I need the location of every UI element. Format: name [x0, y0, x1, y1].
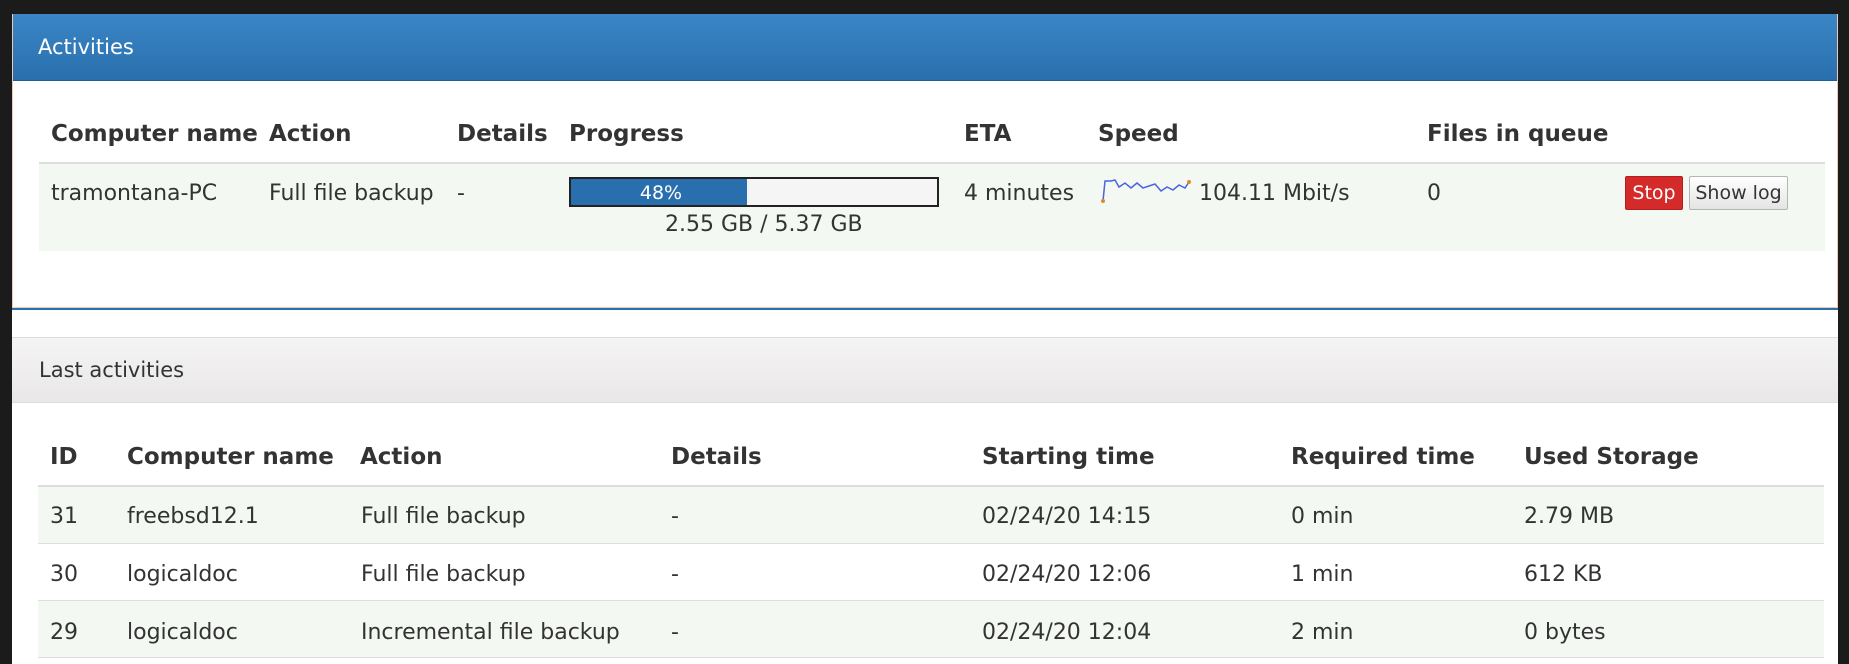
- last-activities-header: Last activities: [12, 337, 1838, 403]
- row-used-storage: 2.79 MB: [1524, 504, 1615, 529]
- row-details: -: [671, 504, 679, 529]
- row-starting-time: 02/24/20 12:06: [982, 562, 1152, 587]
- progress-percent: 48%: [639, 182, 683, 204]
- activity-computer-name: tramontana-PC: [51, 181, 218, 206]
- row-used-storage: 612 KB: [1524, 562, 1603, 587]
- row-required-time: 1 min: [1291, 562, 1354, 587]
- last-activities-title: Last activities: [39, 358, 185, 382]
- activity-files-in-queue: 0: [1427, 181, 1441, 206]
- row-required-time: 2 min: [1291, 620, 1354, 645]
- col-action[interactable]: Action: [269, 121, 352, 147]
- stop-button[interactable]: Stop: [1625, 176, 1683, 210]
- row-computer-name: logicaldoc: [127, 620, 238, 645]
- row-computer-name: freebsd12.1: [127, 504, 259, 529]
- col-required-time[interactable]: Required time: [1291, 444, 1475, 470]
- col-id[interactable]: ID: [50, 444, 78, 470]
- row-computer-name: logicaldoc: [127, 562, 238, 587]
- col-computer-name[interactable]: Computer name: [127, 444, 334, 470]
- row-id: 31: [50, 504, 78, 529]
- col-progress[interactable]: Progress: [569, 121, 684, 147]
- row-action: Full file backup: [361, 504, 526, 529]
- row-details: -: [671, 620, 679, 645]
- col-speed[interactable]: Speed: [1098, 121, 1179, 147]
- activity-speed: 104.11 Mbit/s: [1199, 181, 1350, 206]
- sparkline-icon: [1101, 179, 1191, 203]
- row-starting-time: 02/24/20 14:15: [982, 504, 1152, 529]
- activity-action: Full file backup: [269, 181, 434, 206]
- row-action: Full file backup: [361, 562, 526, 587]
- col-eta[interactable]: ETA: [964, 121, 1011, 147]
- panel-divider: [12, 308, 1838, 310]
- col-starting-time[interactable]: Starting time: [982, 444, 1155, 470]
- row-starting-time: 02/24/20 12:04: [982, 620, 1152, 645]
- activity-details: -: [457, 181, 465, 206]
- col-files-in-queue[interactable]: Files in queue: [1427, 121, 1608, 147]
- row-used-storage: 0 bytes: [1524, 620, 1606, 645]
- row-required-time: 0 min: [1291, 504, 1354, 529]
- progress-bar: 48%: [569, 177, 939, 207]
- row-details: -: [671, 562, 679, 587]
- row-action: Incremental file backup: [361, 620, 620, 645]
- col-action[interactable]: Action: [360, 444, 443, 470]
- app-frame: Activities Computer name Action Details …: [12, 14, 1838, 664]
- activities-panel-header: Activities: [13, 14, 1837, 81]
- activity-eta: 4 minutes: [964, 181, 1075, 206]
- col-used-storage[interactable]: Used Storage: [1524, 444, 1699, 470]
- row-id: 29: [50, 620, 78, 645]
- col-computer-name[interactable]: Computer name: [51, 121, 258, 147]
- activities-title: Activities: [38, 35, 134, 59]
- col-details[interactable]: Details: [671, 444, 762, 470]
- row-id: 30: [50, 562, 78, 587]
- col-details[interactable]: Details: [457, 121, 548, 147]
- activities-panel: Activities Computer name Action Details …: [12, 14, 1838, 308]
- show-log-button[interactable]: Show log: [1689, 176, 1788, 210]
- progress-size: 2.55 GB / 5.37 GB: [665, 212, 863, 237]
